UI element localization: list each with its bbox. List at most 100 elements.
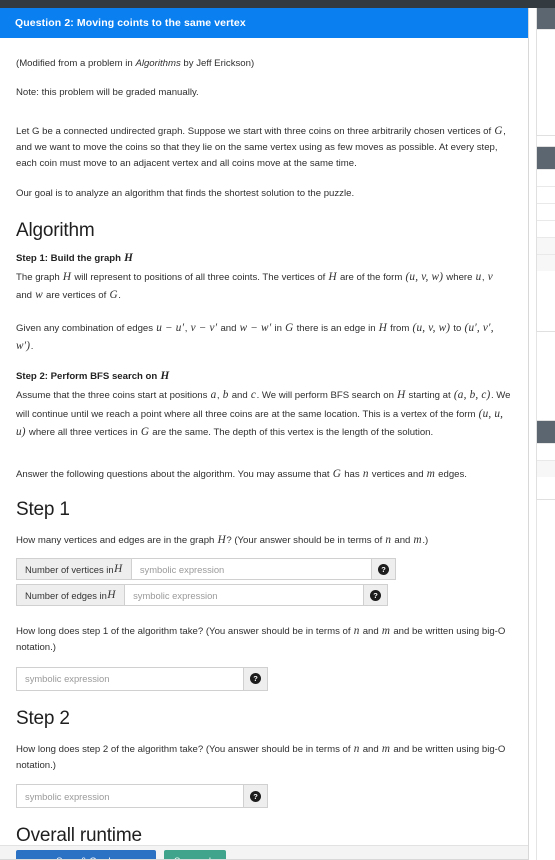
- vertices-input-label: Number of vertices in H: [16, 558, 131, 581]
- t: .: [118, 289, 121, 301]
- t: Number of vertices in: [25, 563, 114, 575]
- algorithm-heading: Algorithm: [16, 219, 95, 241]
- t: and: [229, 390, 251, 402]
- t: are of the form: [337, 271, 405, 283]
- t: are the same. The depth of this vertex i…: [149, 426, 434, 438]
- step1-answer-inputs: Number of vertices in H symbolic express…: [16, 558, 512, 607]
- t: and: [360, 743, 382, 755]
- t: edges.: [435, 468, 467, 480]
- step2-runtime-question: How long does step 2 of the algorithm ta…: [16, 740, 512, 774]
- question-card-header: Question 2: Moving coints to the same ve…: [0, 8, 528, 38]
- t: ? (Your answer should be in terms of: [226, 534, 385, 546]
- background-card-row: [537, 186, 555, 203]
- page-title: Question 2: Moving coints to the same ve…: [15, 17, 246, 29]
- step2-bfs-label-text: Step 2: Perform BFS search on: [16, 371, 160, 383]
- math-H: H: [328, 270, 337, 283]
- background-card-1-header: [537, 7, 555, 29]
- math-edge-u: u − u′: [156, 322, 185, 335]
- edges-input-label: Number of edges in H: [16, 584, 125, 607]
- step2-runtime-input-group: symbolic expression ?: [16, 784, 268, 809]
- t: will represent to positions of all three…: [71, 271, 328, 283]
- math-H: H: [114, 563, 123, 576]
- problem-statement-2: Our goal is to analyze an algorithm that…: [16, 188, 355, 200]
- math-H: H: [217, 533, 226, 546]
- step1-runtime-placeholder: symbolic expression: [25, 673, 110, 685]
- math-m: m: [381, 742, 391, 755]
- step1-runtime-input-group: symbolic expression ?: [16, 666, 268, 691]
- browser-top-bar: [0, 0, 555, 8]
- t: How many vertices and edges are in the g…: [16, 534, 218, 546]
- background-card-3: [536, 420, 555, 500]
- math-m: m: [413, 533, 422, 546]
- help-icon: ?: [378, 563, 389, 575]
- t: The graph: [16, 271, 63, 283]
- background-card-row: [537, 237, 555, 254]
- math-tuple-abc: (a, b, c): [453, 389, 491, 402]
- t: How long does step 1 of the algorithm ta…: [16, 626, 354, 638]
- math-H: H: [107, 589, 116, 602]
- edges-input-placeholder: symbolic expression: [133, 589, 218, 601]
- math-n: n: [353, 625, 360, 638]
- vertices-input-placeholder: symbolic expression: [139, 563, 225, 575]
- t: Answer the following questions about the…: [16, 468, 333, 480]
- math-v: v: [487, 270, 493, 283]
- math-H: H: [124, 251, 134, 264]
- math-tuple-uvw: (u, v, w): [412, 322, 451, 335]
- t: .): [422, 534, 429, 546]
- math-a: a: [210, 389, 217, 402]
- t: How long does step 2 of the algorithm ta…: [16, 743, 354, 755]
- background-card-row: [537, 460, 555, 477]
- background-card-row: [537, 169, 555, 186]
- help-icon: ?: [250, 673, 261, 685]
- math-n: n: [385, 533, 392, 546]
- questions-preamble: Answer the following questions about the…: [16, 465, 512, 483]
- save-only-button[interactable]: Save only: [164, 850, 226, 859]
- step2-runtime-input[interactable]: symbolic expression: [16, 784, 244, 809]
- math-m: m: [381, 625, 391, 638]
- math-u: u: [475, 270, 482, 283]
- step1-question-text: How many vertices and edges are in the g…: [16, 531, 512, 549]
- edges-input[interactable]: symbolic expression: [124, 584, 364, 607]
- step1-build-description: The graph H will represent to positions …: [16, 268, 512, 304]
- t: Number of edges in: [25, 589, 107, 601]
- save-and-grade-button[interactable]: Save & Grade: [16, 850, 156, 859]
- math-tuple-uvw: (u, v, w): [405, 270, 444, 283]
- t: and: [391, 534, 414, 546]
- problem-text-a: Let G be a connected undirected graph. S…: [16, 126, 494, 138]
- vertices-input-group: Number of vertices in H symbolic express…: [16, 558, 396, 581]
- math-G: G: [140, 425, 150, 438]
- t: are vertices of: [43, 289, 109, 301]
- edges-input-group: Number of edges in H symbolic expression…: [16, 584, 388, 607]
- attribution-text: (Modified from a problem in Algorithms b…: [16, 56, 512, 72]
- t: . We will perform BFS search on: [256, 390, 397, 402]
- step2-runtime-placeholder: symbolic expression: [25, 790, 110, 802]
- background-card-row: [537, 254, 555, 271]
- t: to: [450, 323, 465, 335]
- step1-runtime-help-button[interactable]: ?: [244, 666, 268, 691]
- vertices-help-button[interactable]: ?: [372, 558, 396, 581]
- background-card-row: [537, 443, 555, 460]
- step1-heading: Step 1: [16, 498, 70, 520]
- math-edge-w: w − w′: [239, 322, 272, 335]
- step1-runtime-input[interactable]: symbolic expression: [16, 666, 244, 691]
- step1-edges-description: Given any combination of edges u − u′, v…: [16, 319, 512, 355]
- math-H: H: [397, 389, 406, 402]
- edges-help-button[interactable]: ?: [364, 584, 388, 607]
- step1-build-label: Step 1: Build the graph H: [16, 252, 512, 264]
- vertices-input[interactable]: symbolic expression: [130, 558, 372, 581]
- t: where: [443, 271, 476, 283]
- t: vertices and: [369, 468, 427, 480]
- help-icon: ?: [370, 589, 381, 601]
- background-card-1: [536, 6, 555, 136]
- t: has: [341, 468, 363, 480]
- grading-note: Note: this problem will be graded manual…: [16, 86, 199, 98]
- step1-build-label-text: Step 1: Build the graph: [16, 252, 124, 264]
- math-G: G: [109, 288, 118, 301]
- t: starting at: [405, 390, 454, 402]
- help-icon: ?: [250, 790, 261, 802]
- step2-runtime-help-button[interactable]: ?: [244, 784, 268, 809]
- t: and: [217, 323, 240, 335]
- background-card-3-header: [537, 421, 555, 443]
- t: from: [387, 323, 413, 335]
- t: Assume that the three coins start at pos…: [16, 390, 211, 402]
